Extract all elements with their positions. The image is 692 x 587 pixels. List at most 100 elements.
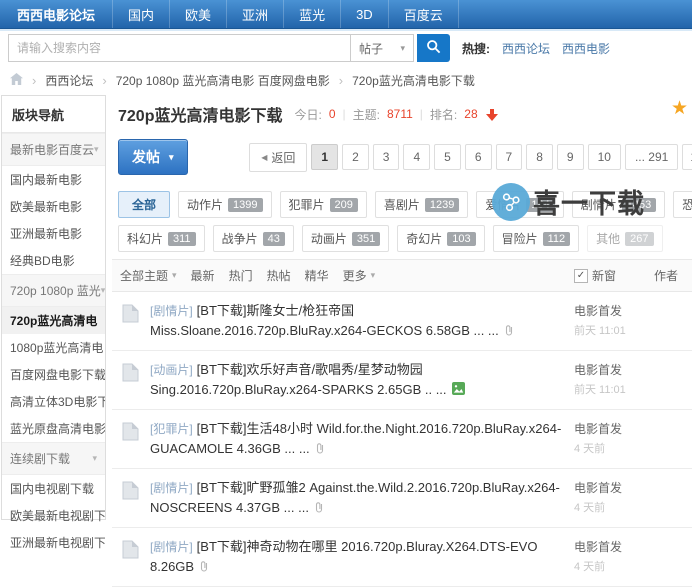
sort-link-latest[interactable]: 最新 — [191, 267, 215, 284]
category-filter[interactable]: 动作片 1399 — [178, 191, 272, 218]
category-filter[interactable]: 犯罪片 209 — [280, 191, 367, 218]
page-button[interactable]: 8 — [526, 144, 553, 170]
chevron-down-icon: ▾ — [169, 152, 174, 163]
thread-title-link[interactable]: [BT下载]欢乐好声音/歌唱秀/星梦动物园 Sing.2016.720p.Blu… — [150, 362, 447, 397]
nav-item-3d[interactable]: 3D — [341, 0, 389, 28]
breadcrumb-item[interactable]: 720p蓝光高清电影下载 — [352, 72, 475, 89]
thread-title-link[interactable]: [BT下载]旷野孤雏2 Against.the.Wild.2.2016.720p… — [150, 480, 560, 515]
sidebar-item-asia-latest[interactable]: 亚洲最新电影 — [2, 220, 105, 247]
breadcrumb-item[interactable]: 720p 1080p 蓝光高清电影 百度网盘电影 — [116, 72, 330, 89]
category-filter[interactable]: 战争片 43 — [213, 225, 294, 252]
thread-scope-label: 全部主题 — [120, 267, 168, 284]
category-filter[interactable]: 冒险片 112 — [493, 225, 580, 252]
category-filter[interactable]: 喜剧片 1239 — [375, 191, 469, 218]
category-row: 科幻片 311 战争片 43 动画片 351 奇幻片 103 冒险片 112 其… — [118, 225, 692, 252]
home-icon[interactable] — [10, 73, 23, 88]
hot-search: 热搜: 西西论坛 西西电影 — [462, 34, 610, 62]
page-button[interactable]: 7 — [496, 144, 523, 170]
page-button[interactable]: 9 — [557, 144, 584, 170]
category-filter-all[interactable]: 全部 — [118, 191, 170, 218]
thread-category-tag[interactable]: [剧情片] — [150, 540, 193, 554]
sort-link-hot[interactable]: 热门 — [229, 267, 253, 284]
new-post-button[interactable]: 发帖 ▾ — [118, 139, 188, 175]
sidebar-item-baidu-pan[interactable]: 百度网盘电影下载 — [2, 361, 105, 388]
sidebar-item-3d-movies[interactable]: 高清立体3D电影下 — [2, 388, 105, 415]
sort-link-digest[interactable]: 精华 — [305, 267, 329, 284]
thread-time: 前天 11:01 — [574, 322, 692, 338]
thread-row: [剧情片][BT下载]旷野孤雏2 Against.the.Wild.2.2016… — [112, 469, 692, 528]
thread-category-tag[interactable]: [剧情片] — [150, 481, 193, 495]
page-button[interactable]: 5 — [434, 144, 461, 170]
category-count-badge: 43 — [263, 232, 285, 246]
search-input[interactable] — [8, 34, 357, 62]
nav-item-western[interactable]: 欧美 — [170, 0, 227, 28]
sidebar-item-classic-bd[interactable]: 经典BD电影 — [2, 247, 105, 274]
sidebar-item-bluray-original[interactable]: 蓝光原盘高清电影 — [2, 415, 105, 442]
file-icon — [122, 422, 139, 444]
thread-title-link[interactable]: [BT下载]斯隆女士/枪狂帝国 Miss.Sloane.2016.720p.Bl… — [150, 303, 499, 338]
open-new-window-toggle[interactable]: ✓ 新窗 — [574, 267, 616, 284]
sidebar-item-domestic-latest[interactable]: 国内最新电影 — [2, 166, 105, 193]
sidebar-item-asia-tv[interactable]: 亚洲最新电视剧下 — [2, 529, 105, 556]
page-button[interactable]: 10 — [588, 144, 621, 170]
page-button[interactable]: 4 — [403, 144, 430, 170]
thread-author-block: 电影首发 4 天前 — [574, 538, 692, 574]
chevron-down-icon: ▾ — [371, 270, 376, 281]
thread-author[interactable]: 电影首发 — [574, 302, 692, 319]
site-logo[interactable]: 西西电影论坛 — [0, 0, 113, 28]
file-icon — [122, 363, 139, 385]
category-filter[interactable]: 恐怖片 508 — [673, 191, 692, 218]
sidebar-item-domestic-tv[interactable]: 国内电视剧下载 — [2, 475, 105, 502]
thread-author[interactable]: 电影首发 — [574, 538, 692, 555]
search-scope-select[interactable]: 帖子 ▾ — [350, 34, 414, 62]
category-filter[interactable]: 动画片 351 — [302, 225, 389, 252]
sidebar-item-western-latest[interactable]: 欧美最新电影 — [2, 193, 105, 220]
page-jump-input[interactable]: 1 — [682, 144, 692, 170]
attachment-icon — [314, 502, 324, 516]
thread-category-tag[interactable]: [犯罪片] — [150, 422, 193, 436]
nav-item-baiduyun[interactable]: 百度云 — [389, 0, 459, 28]
sidebar-group-latest-baiduyun[interactable]: 最新电影百度云 ▾ — [2, 133, 105, 166]
category-label: 其他 — [596, 230, 620, 247]
search-button[interactable] — [417, 34, 450, 62]
sort-more-dropdown[interactable]: 更多 ▾ — [343, 267, 376, 284]
sidebar-group-tv-series[interactable]: 连续剧下载 ▾ — [2, 442, 105, 475]
thread-author[interactable]: 电影首发 — [574, 361, 692, 378]
post-row: 发帖 ▾ ◀ 返回 1 2 3 4 5 6 7 8 9 10 ... 291 1 — [112, 135, 692, 186]
category-count-badge: 103 — [447, 232, 475, 246]
sidebar-title: 版块导航 — [2, 96, 105, 133]
thread-scope-dropdown[interactable]: 全部主题 ▾ — [120, 267, 177, 284]
thread-title-link[interactable]: [BT下载]生活48小时 Wild.for.the.Night.2016.720… — [150, 421, 561, 456]
breadcrumb-item[interactable]: 西西论坛 — [45, 72, 93, 89]
hot-search-link[interactable]: 西西论坛 — [502, 40, 550, 57]
topics-count: 8711 — [387, 107, 413, 121]
thread-time: 4 天前 — [574, 558, 692, 574]
thread-category-tag[interactable]: [动画片] — [150, 363, 193, 377]
page-button-last[interactable]: ... 291 — [625, 144, 678, 170]
thread-author[interactable]: 电影首发 — [574, 479, 692, 496]
favorite-star-icon[interactable]: ★ — [671, 97, 688, 120]
category-filter[interactable]: 奇幻片 103 — [397, 225, 484, 252]
category-filter[interactable]: 其他 267 — [587, 225, 662, 252]
nav-item-bluray[interactable]: 蓝光 — [284, 0, 341, 28]
page-button[interactable]: 2 — [342, 144, 369, 170]
sidebar-item-western-tv[interactable]: 欧美最新电视剧下 — [2, 502, 105, 529]
sort-link-hot-posts[interactable]: 热帖 — [267, 267, 291, 284]
page-button[interactable]: 3 — [373, 144, 400, 170]
hot-search-link[interactable]: 西西电影 — [562, 40, 610, 57]
chevron-down-icon: ▾ — [92, 453, 97, 464]
page-button-current[interactable]: 1 — [311, 144, 338, 170]
sidebar-item-1080p-bluray[interactable]: 1080p蓝光高清电 — [2, 334, 105, 361]
thread-author[interactable]: 电影首发 — [574, 420, 692, 437]
sidebar-group-720p-1080p[interactable]: 720p 1080p 蓝光 ▾ — [2, 274, 105, 307]
sidebar-group-label: 连续剧下载 — [10, 450, 70, 467]
back-button[interactable]: ◀ 返回 — [249, 143, 307, 172]
thread-time: 4 天前 — [574, 499, 692, 515]
thread-author-block: 电影首发 前天 11:01 — [574, 302, 692, 338]
thread-category-tag[interactable]: [剧情片] — [150, 304, 193, 318]
nav-item-asia[interactable]: 亚洲 — [227, 0, 284, 28]
nav-item-domestic[interactable]: 国内 — [113, 0, 170, 28]
page-button[interactable]: 6 — [465, 144, 492, 170]
sidebar-item-720p-bluray[interactable]: 720p蓝光高清电 — [2, 307, 105, 334]
category-filter[interactable]: 科幻片 311 — [118, 225, 205, 252]
